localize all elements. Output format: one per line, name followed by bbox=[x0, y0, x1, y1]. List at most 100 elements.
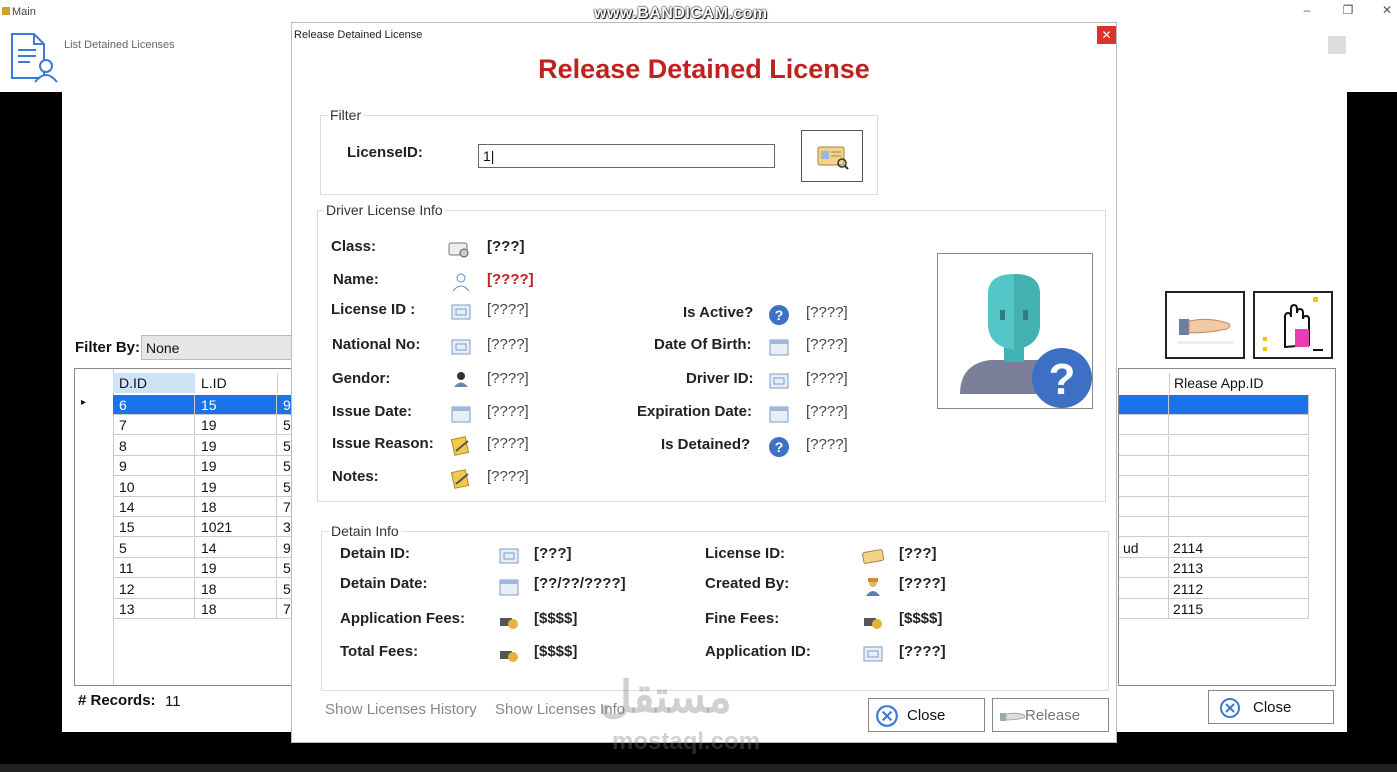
maximize-button[interactable]: ❐ bbox=[1333, 3, 1363, 17]
table-row[interactable]: 11 19 5 bbox=[75, 558, 294, 579]
table-cell: 15 bbox=[195, 395, 277, 415]
table-row[interactable] bbox=[1119, 415, 1309, 436]
table-cell: 18 bbox=[195, 497, 277, 517]
date-of-birth-label: Date Of Birth: bbox=[654, 336, 752, 353]
dialog-close-x-button[interactable]: ✕ bbox=[1097, 26, 1116, 44]
table-cell bbox=[1119, 599, 1169, 619]
created-by-value: [????] bbox=[899, 575, 946, 592]
release-license-button[interactable] bbox=[1165, 291, 1245, 359]
table-row[interactable] bbox=[1119, 395, 1309, 415]
name-label: Name: bbox=[333, 271, 379, 288]
detained-licenses-grid[interactable]: D.ID L.ID ▸ 6 15 9 7 19 5 8 19 5 9 19 5 10 19 5 14 18 7 15 1… bbox=[74, 368, 295, 686]
table-row[interactable] bbox=[1119, 456, 1309, 477]
table-row[interactable] bbox=[1119, 435, 1309, 456]
table-row[interactable] bbox=[1119, 497, 1309, 517]
records-count-label: # Records: bbox=[78, 692, 156, 709]
list-form-title: List Detained Licenses bbox=[64, 39, 175, 51]
table-cell: 2112 bbox=[1169, 578, 1309, 599]
gender-label: Gendor: bbox=[332, 370, 391, 387]
table-cell: 1021 bbox=[195, 517, 277, 538]
application-id-value: [????] bbox=[899, 643, 946, 660]
id-card-icon bbox=[451, 304, 471, 320]
table-cell bbox=[1119, 456, 1169, 477]
detained-licenses-grid-right[interactable]: Rlease App.ID ud 2114 2113 2112 2115 bbox=[1118, 368, 1336, 686]
gender-value: [????] bbox=[487, 370, 529, 387]
table-cell: 14 bbox=[113, 497, 195, 517]
table-cell bbox=[1119, 497, 1169, 517]
table-row[interactable]: 8 19 5 bbox=[75, 435, 294, 456]
total-fees-label: Total Fees: bbox=[340, 643, 419, 660]
list-form-control-box bbox=[1328, 36, 1346, 54]
close-window-button[interactable]: ✕ bbox=[1372, 3, 1397, 17]
column-header-did[interactable]: D.ID bbox=[113, 373, 195, 393]
table-row[interactable]: 2115 bbox=[1119, 599, 1309, 619]
dialog-close-button[interactable]: Close bbox=[868, 698, 985, 732]
table-row[interactable]: 12 18 5 bbox=[75, 578, 294, 599]
table-cell bbox=[1119, 578, 1169, 599]
table-row[interactable]: 10 19 5 bbox=[75, 476, 294, 497]
user-icon bbox=[866, 578, 880, 596]
table-row[interactable] bbox=[1119, 517, 1309, 538]
license-card-icon bbox=[862, 549, 884, 564]
table-cell bbox=[1169, 476, 1309, 497]
id-card-icon bbox=[769, 373, 789, 389]
detain-date-value: [??/??/????] bbox=[534, 575, 626, 592]
detain-date-label: Detain Date: bbox=[340, 575, 428, 592]
table-cell bbox=[1169, 456, 1309, 477]
document-user-icon bbox=[8, 32, 58, 84]
calendar-icon bbox=[499, 579, 519, 596]
column-header-release-app-id[interactable]: Rlease App.ID bbox=[1169, 373, 1309, 393]
is-detained-label: Is Detained? bbox=[661, 436, 751, 453]
table-cell: 7 bbox=[113, 415, 195, 436]
table-cell bbox=[1119, 476, 1169, 497]
expiration-date-value: [????] bbox=[806, 403, 848, 420]
table-row[interactable]: ud 2114 bbox=[1119, 537, 1309, 558]
table-cell bbox=[1119, 395, 1169, 415]
column-header-lid[interactable]: L.ID bbox=[195, 373, 277, 393]
main-window-title: Main bbox=[12, 6, 36, 18]
show-licenses-history-link[interactable]: Show Licenses History bbox=[325, 701, 477, 718]
filter-group-legend: Filter bbox=[328, 107, 364, 123]
table-row[interactable]: 13 18 7 bbox=[75, 599, 294, 619]
table-row[interactable]: 2112 bbox=[1119, 578, 1309, 599]
table-cell: 19 bbox=[195, 435, 277, 456]
table-row[interactable]: 7 19 5 bbox=[75, 415, 294, 436]
created-by-label: Created By: bbox=[705, 575, 790, 592]
minimize-button[interactable]: – bbox=[1292, 3, 1322, 17]
unknown-person-icon: ? bbox=[960, 274, 1092, 408]
id-card-icon bbox=[451, 339, 471, 355]
list-close-button[interactable]: Close bbox=[1208, 690, 1334, 724]
fine-fees-label: Fine Fees: bbox=[705, 610, 780, 627]
person-outline-icon bbox=[452, 273, 470, 292]
class-label: Class: bbox=[331, 238, 377, 255]
table-row[interactable]: 2113 bbox=[1119, 558, 1309, 579]
list-close-label: Close bbox=[1253, 699, 1292, 716]
table-cell bbox=[1169, 517, 1309, 538]
calendar-icon bbox=[451, 406, 471, 423]
license-id-filter-input[interactable]: 1| bbox=[478, 144, 775, 168]
table-row[interactable]: ▸ 6 15 9 bbox=[75, 395, 294, 415]
license-search-icon bbox=[817, 146, 849, 170]
table-cell bbox=[1169, 415, 1309, 436]
table-cell: 19 bbox=[195, 456, 277, 477]
table-row[interactable]: 14 18 7 bbox=[75, 497, 294, 517]
filter-by-label: Filter By: bbox=[75, 339, 141, 356]
table-row[interactable]: 9 19 5 bbox=[75, 456, 294, 477]
svg-text:?: ? bbox=[1049, 355, 1076, 404]
records-count-value: 11 bbox=[165, 693, 181, 710]
find-license-button[interactable] bbox=[801, 130, 863, 182]
table-cell: 14 bbox=[195, 537, 277, 558]
filter-by-select[interactable]: None bbox=[141, 335, 292, 360]
table-row[interactable]: 15 1021 3 bbox=[75, 517, 294, 538]
detain-license-button[interactable] bbox=[1253, 291, 1333, 359]
issue-reason-value: [????] bbox=[487, 435, 529, 452]
dialog-window-title: Release Detained License bbox=[294, 29, 423, 41]
table-row[interactable] bbox=[1119, 476, 1309, 497]
question-icon: ? bbox=[769, 437, 789, 457]
release-button[interactable]: Release bbox=[992, 698, 1109, 732]
detain-id-label: Detain ID: bbox=[340, 545, 411, 562]
table-cell: 9 bbox=[113, 456, 195, 477]
table-cell: 2115 bbox=[1169, 599, 1309, 619]
release-label: Release bbox=[1025, 707, 1081, 724]
table-row[interactable]: 5 14 9 bbox=[75, 537, 294, 558]
